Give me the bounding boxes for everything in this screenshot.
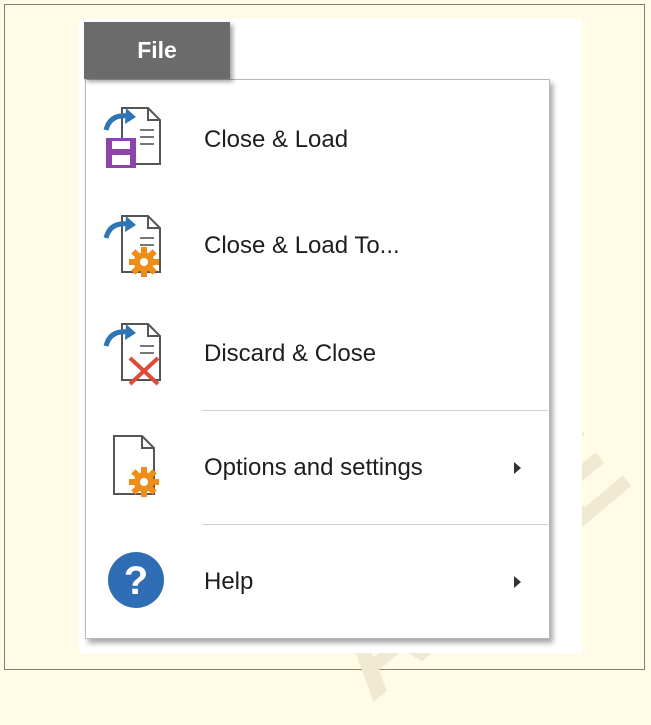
menu-item-close-load[interactable]: Close & Load xyxy=(86,86,549,182)
menu-item-label: Close & Load To... xyxy=(204,232,400,259)
menu-item-label: Help xyxy=(204,568,254,595)
submenu-arrow-icon xyxy=(514,462,521,474)
menu-item-label: Discard & Close xyxy=(204,340,377,367)
svg-text:?: ? xyxy=(124,559,148,603)
menu-separator xyxy=(202,524,548,525)
menu-item-help[interactable]: ? Help xyxy=(86,528,549,624)
file-tab[interactable]: File xyxy=(84,22,230,79)
close-load-icon xyxy=(103,107,161,168)
menu-item-label: Close & Load xyxy=(204,126,349,153)
menu-item-label: Options and settings xyxy=(204,454,423,481)
help-icon: ? xyxy=(108,552,164,608)
discard-close-icon xyxy=(103,323,161,386)
menu-item-close-load-to[interactable]: Close & Load To... xyxy=(86,194,549,290)
menu-item-discard-close[interactable]: Discard & Close xyxy=(86,302,549,398)
submenu-arrow-icon xyxy=(514,576,521,588)
menu-separator xyxy=(202,410,548,411)
options-settings-icon xyxy=(113,435,159,497)
close-load-to-icon xyxy=(103,215,161,277)
menu-item-options-settings[interactable]: Options and settings xyxy=(86,414,549,510)
file-tab-label: File xyxy=(137,37,177,63)
file-menu: Close & Load Close & Load To... Discard … xyxy=(85,79,550,639)
